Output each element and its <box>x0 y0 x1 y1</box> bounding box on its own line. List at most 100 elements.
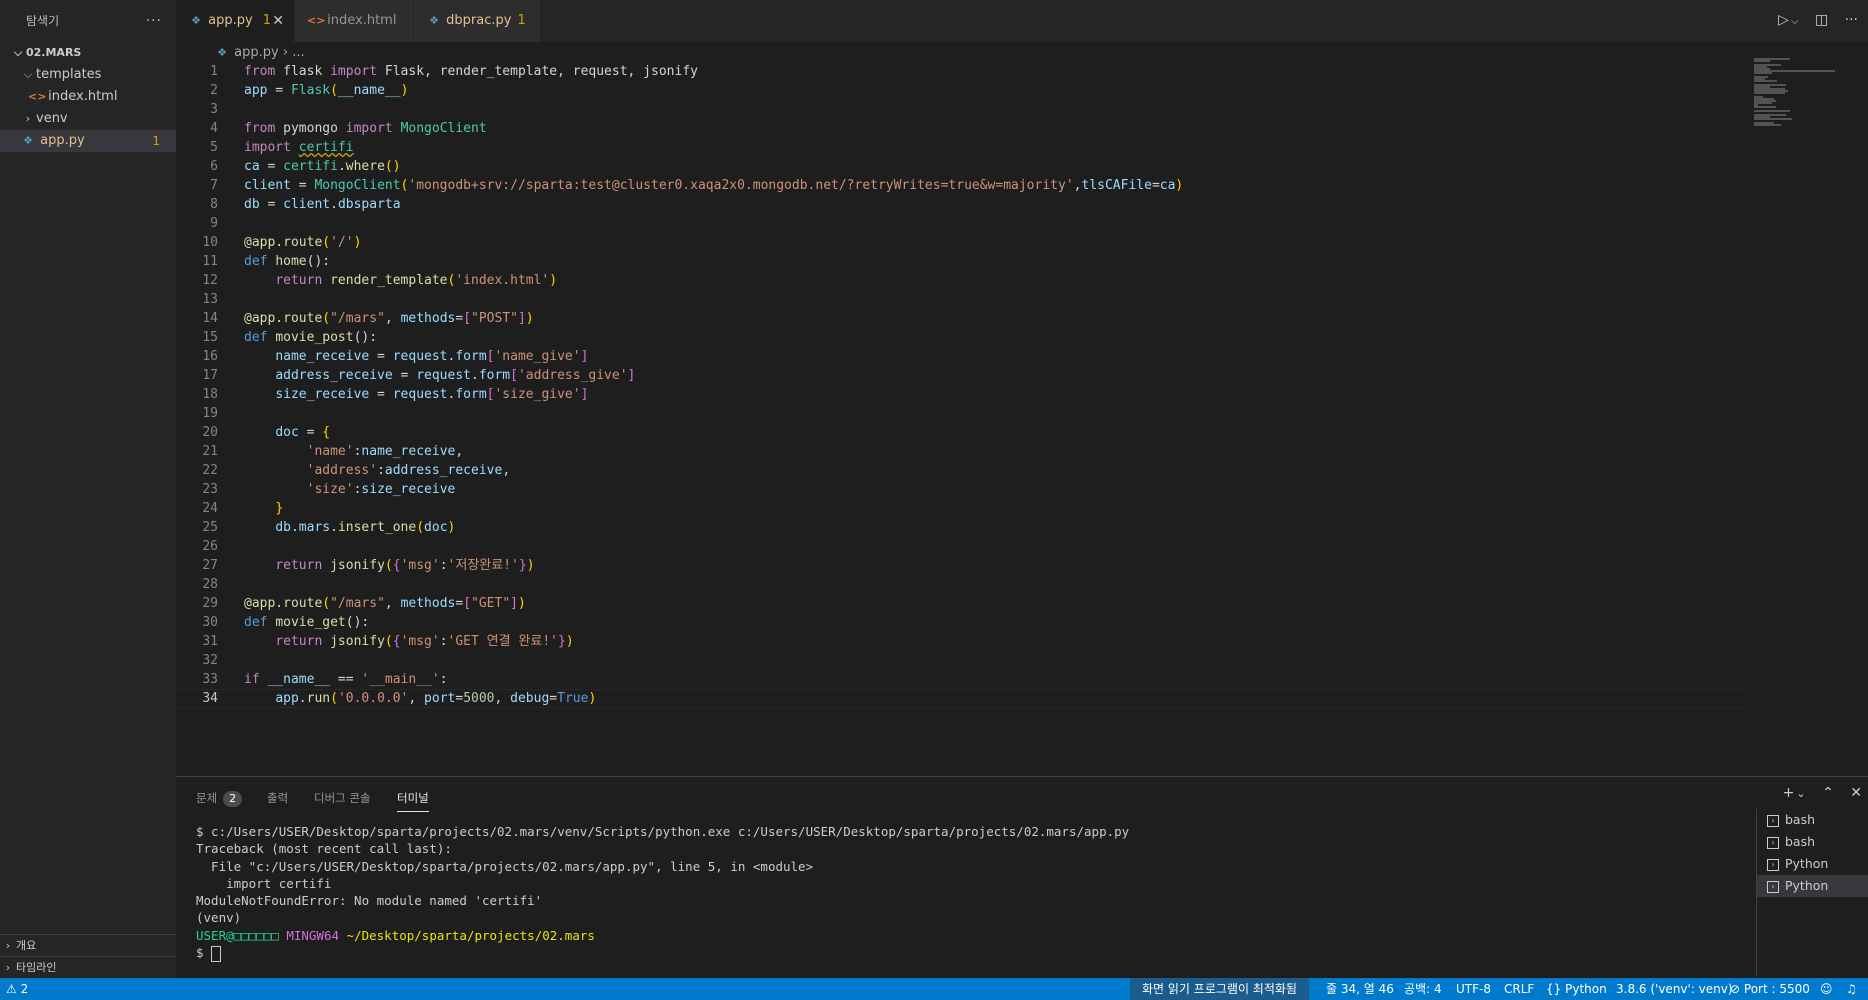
status-warnings[interactable]: ⚠ 2 <box>6 978 28 1000</box>
code-editor[interactable]: 1 from flask import Flask, render_templat… <box>176 62 1742 708</box>
project-root[interactable]: ⌵ 02.MARS <box>0 42 176 64</box>
timeline-section[interactable]: › 타임라인 <box>0 956 176 979</box>
tree-item-index-html[interactable]: <> index.html <box>0 86 176 108</box>
breadcrumb-file[interactable]: app.py <box>234 45 279 60</box>
code-line[interactable]: 3 <box>176 100 1742 119</box>
terminal-instance-python[interactable]: › Python <box>1757 875 1868 897</box>
code-line[interactable]: 1 from flask import Flask, render_templat… <box>176 62 1742 81</box>
explorer-more-icon[interactable]: ··· <box>146 0 162 42</box>
status-screen-reader[interactable]: 화면 읽기 프로그램이 최적화됨 <box>1130 978 1309 1000</box>
minimap[interactable] <box>1750 58 1866 128</box>
code-line[interactable]: 18 size_receive = request.form['size_giv… <box>176 385 1742 404</box>
code-line[interactable]: 34 app.run('0.0.0.0', port=5000, debug=T… <box>176 689 1742 708</box>
status-live-server[interactable]: ⊘ Port : 5500 <box>1730 978 1810 1000</box>
code-line[interactable]: 29 @app.route("/mars", methods=["GET"]) <box>176 594 1742 613</box>
code-line[interactable]: 11 def home(): <box>176 252 1742 271</box>
bell-icon[interactable]: ♫ <box>1846 978 1857 1000</box>
maximize-panel-icon[interactable]: ⌃ <box>1822 785 1834 801</box>
code-line[interactable]: 4 from pymongo import MongoClient <box>176 119 1742 138</box>
panel-tab-output[interactable]: 출력 <box>267 785 288 811</box>
code-line[interactable]: 27 return jsonify({'msg':'저장완료!'}) <box>176 556 1742 575</box>
prompt-path: ~/Desktop/sparta/projects/02.mars <box>346 927 595 943</box>
code-line[interactable]: 15 def movie_post(): <box>176 328 1742 347</box>
tree-item-app-py[interactable]: ❖ app.py 1 <box>0 130 176 152</box>
terminal-line: $ c:/Users/USER/Desktop/sparta/projects/… <box>196 824 1130 839</box>
status-encoding[interactable]: UTF-8 <box>1456 978 1491 1000</box>
code-line[interactable]: 23 'size':size_receive <box>176 480 1742 499</box>
line-number: 4 <box>210 121 218 136</box>
more-actions-icon[interactable]: ··· <box>1845 12 1858 28</box>
code-line[interactable]: 25 db.mars.insert_one(doc) <box>176 518 1742 537</box>
code-line[interactable]: 8 db = client.dbsparta <box>176 195 1742 214</box>
code-token: } <box>558 634 566 649</box>
code-token: : <box>439 634 448 649</box>
close-panel-icon[interactable]: ✕ <box>1850 785 1862 801</box>
tree-item-venv[interactable]: › venv <box>0 108 176 130</box>
code-line[interactable]: 17 address_receive = request.form['addre… <box>176 366 1742 385</box>
code-line[interactable]: 20 doc = { <box>176 423 1742 442</box>
code-line[interactable]: 21 'name':name_receive, <box>176 442 1742 461</box>
code-line[interactable]: 5 import certifi <box>176 138 1742 157</box>
code-token: ( <box>330 691 338 706</box>
minimap-line <box>1754 92 1785 94</box>
feedback-icon[interactable]: ☺ <box>1820 978 1833 1000</box>
terminal-instance-python[interactable]: › Python <box>1757 853 1868 875</box>
line-number: 31 <box>202 634 218 649</box>
code-token: , <box>494 691 511 706</box>
code-line[interactable]: 31 return jsonify({'msg':'GET 연결 완료!'}) <box>176 632 1742 651</box>
panel-tab-debug-console[interactable]: 디버그 콘솔 <box>314 785 371 811</box>
panel-tab-terminal[interactable]: 터미널 <box>397 785 429 812</box>
minimap-line <box>1754 80 1778 82</box>
terminal-instance-bash[interactable]: › bash <box>1757 831 1868 853</box>
code-line[interactable]: 30 def movie_get(): <box>176 613 1742 632</box>
minimap-line <box>1754 124 1781 126</box>
terminal-instance-bash[interactable]: › bash <box>1757 809 1868 831</box>
code-line[interactable]: 14 @app.route("/mars", methods=["POST"]) <box>176 309 1742 328</box>
code-token: 'index.html' <box>455 273 550 288</box>
line-number: 33 <box>202 672 218 687</box>
code-line[interactable]: 12 return render_template('index.html') <box>176 271 1742 290</box>
terminal-dropdown-icon[interactable]: ⌄ <box>1796 787 1805 800</box>
no-entry-icon: ⊘ <box>1730 982 1741 996</box>
tab-app-py[interactable]: ❖ app.py 1 ✕ <box>176 0 294 42</box>
breadcrumb-rest[interactable]: ... <box>292 45 304 60</box>
code-line[interactable]: 7 client = MongoClient('mongodb+srv://spa… <box>176 176 1742 195</box>
code-line[interactable]: 6 ca = certifi.where() <box>176 157 1742 176</box>
new-terminal-icon[interactable]: + <box>1783 785 1795 801</box>
status-eol[interactable]: CRLF <box>1504 978 1534 1000</box>
code-token: 'msg' <box>400 558 440 573</box>
status-language[interactable]: {} Python <box>1546 978 1607 1000</box>
close-icon[interactable]: ✕ <box>272 0 284 42</box>
code-line[interactable]: 10 @app.route('/') <box>176 233 1742 252</box>
code-line[interactable]: 13 <box>176 290 1742 309</box>
code-line[interactable]: 2 app = Flask(__name__) <box>176 81 1742 100</box>
tab-dbprac-py[interactable]: ❖ dbprac.py 1 <box>414 0 540 42</box>
tree-item-label: venv <box>36 111 68 126</box>
code-line[interactable]: 22 'address':address_receive, <box>176 461 1742 480</box>
chevron-down-icon[interactable]: ⌵ <box>1791 16 1799 27</box>
code-line[interactable]: 9 <box>176 214 1742 233</box>
status-interpreter[interactable]: 3.8.6 ('venv': venv) <box>1616 978 1733 1000</box>
code-text: import certifi <box>244 138 354 157</box>
terminal-output[interactable]: $ c:/Users/USER/Desktop/sparta/projects/… <box>196 823 1130 962</box>
tab-index-html[interactable]: <> index.html <box>295 0 413 42</box>
code-line[interactable]: 32 <box>176 651 1742 670</box>
code-line[interactable]: 26 <box>176 537 1742 556</box>
code-line[interactable]: 28 <box>176 575 1742 594</box>
status-indentation[interactable]: 공백: 4 <box>1404 978 1442 1000</box>
code-line[interactable]: 33 if __name__ == '__main__': <box>176 670 1742 689</box>
terminal-input-line[interactable]: $ <box>196 944 1129 962</box>
split-editor-icon[interactable]: ◫ <box>1815 12 1828 28</box>
tree-item-templates[interactable]: ⌵ templates <box>0 64 176 86</box>
status-cursor-position[interactable]: 줄 34, 열 46 <box>1326 978 1394 1000</box>
line-number: 13 <box>202 292 218 307</box>
code-line[interactable]: 16 name_receive = request.form['name_giv… <box>176 347 1742 366</box>
code-line[interactable]: 24 } <box>176 499 1742 518</box>
panel-tab-problems[interactable]: 문제 2 <box>196 785 243 811</box>
run-icon[interactable]: ▷ <box>1778 12 1789 28</box>
code-line[interactable]: 19 <box>176 404 1742 423</box>
outline-section[interactable]: › 개요 <box>0 934 176 957</box>
